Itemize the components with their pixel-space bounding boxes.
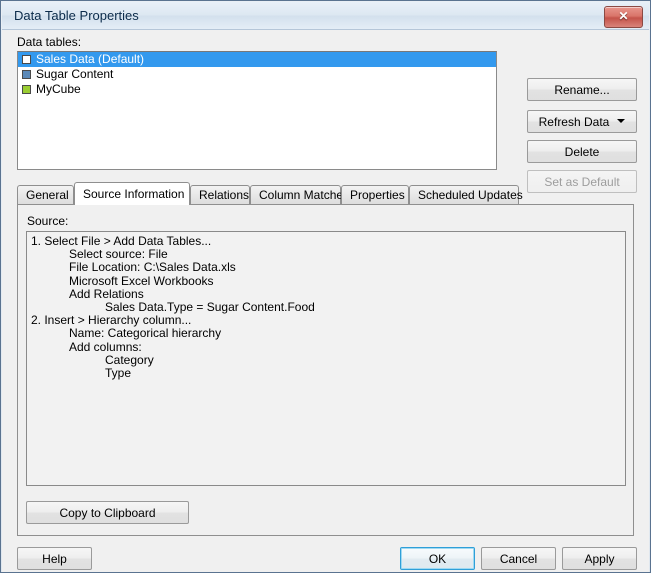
- tab-strip: General Source Information Relations Col…: [17, 182, 634, 205]
- chevron-down-icon: [617, 119, 626, 124]
- tab-properties[interactable]: Properties: [341, 185, 409, 205]
- source-information-panel: Source: 1. Select File > Add Data Tables…: [17, 204, 634, 536]
- list-item-label: MyCube: [36, 82, 81, 96]
- cancel-button[interactable]: Cancel: [481, 547, 556, 570]
- apply-button[interactable]: Apply: [562, 547, 637, 570]
- tab-column-matches[interactable]: Column Matches: [250, 185, 349, 205]
- window-title: Data Table Properties: [14, 8, 139, 23]
- refresh-data-button[interactable]: Refresh Data: [527, 110, 637, 133]
- tab-relations[interactable]: Relations: [190, 185, 250, 205]
- cube-square-icon: [22, 85, 31, 94]
- close-button[interactable]: ✕: [604, 6, 643, 28]
- list-item[interactable]: Sales Data (Default): [18, 52, 496, 67]
- list-item-label: Sugar Content: [36, 67, 114, 81]
- source-line: File Location: C:\Sales Data.xls: [69, 260, 236, 275]
- source-line: Add columns:: [69, 339, 142, 354]
- dialog-client-area: Data tables: Sales Data (Default) Sugar …: [2, 30, 649, 572]
- rename-button[interactable]: Rename...: [527, 78, 637, 101]
- tab-source-information[interactable]: Source Information: [74, 182, 190, 205]
- delete-button[interactable]: Delete: [527, 140, 637, 163]
- source-label: Source:: [27, 214, 69, 228]
- tab-scheduled-updates[interactable]: Scheduled Updates: [409, 185, 523, 205]
- list-item[interactable]: Sugar Content: [18, 67, 496, 82]
- refresh-data-label: Refresh Data: [538, 114, 610, 129]
- tab-general[interactable]: General: [17, 185, 74, 205]
- close-icon: ✕: [618, 9, 629, 23]
- list-item-label: Sales Data (Default): [36, 52, 145, 66]
- ok-button[interactable]: OK: [400, 547, 475, 570]
- source-text-panel[interactable]: 1. Select File > Add Data Tables... Sele…: [26, 231, 626, 486]
- source-line: Microsoft Excel Workbooks: [69, 273, 214, 288]
- dialog-footer: Help OK Cancel Apply: [2, 540, 649, 572]
- data-tables-listbox[interactable]: Sales Data (Default) Sugar Content MyCub…: [17, 51, 497, 170]
- title-bar: Data Table Properties ✕: [2, 2, 649, 30]
- table-square-icon: [22, 70, 31, 79]
- list-item[interactable]: MyCube: [18, 82, 496, 97]
- help-button[interactable]: Help: [17, 547, 92, 570]
- table-square-icon: [22, 55, 31, 64]
- data-table-properties-dialog: Data Table Properties ✕ Data tables: Sal…: [0, 0, 651, 573]
- data-tables-label: Data tables:: [17, 35, 82, 49]
- source-line: Type: [105, 366, 132, 381]
- copy-to-clipboard-button[interactable]: Copy to Clipboard: [26, 501, 189, 524]
- source-line: Name: Categorical hierarchy: [69, 326, 222, 341]
